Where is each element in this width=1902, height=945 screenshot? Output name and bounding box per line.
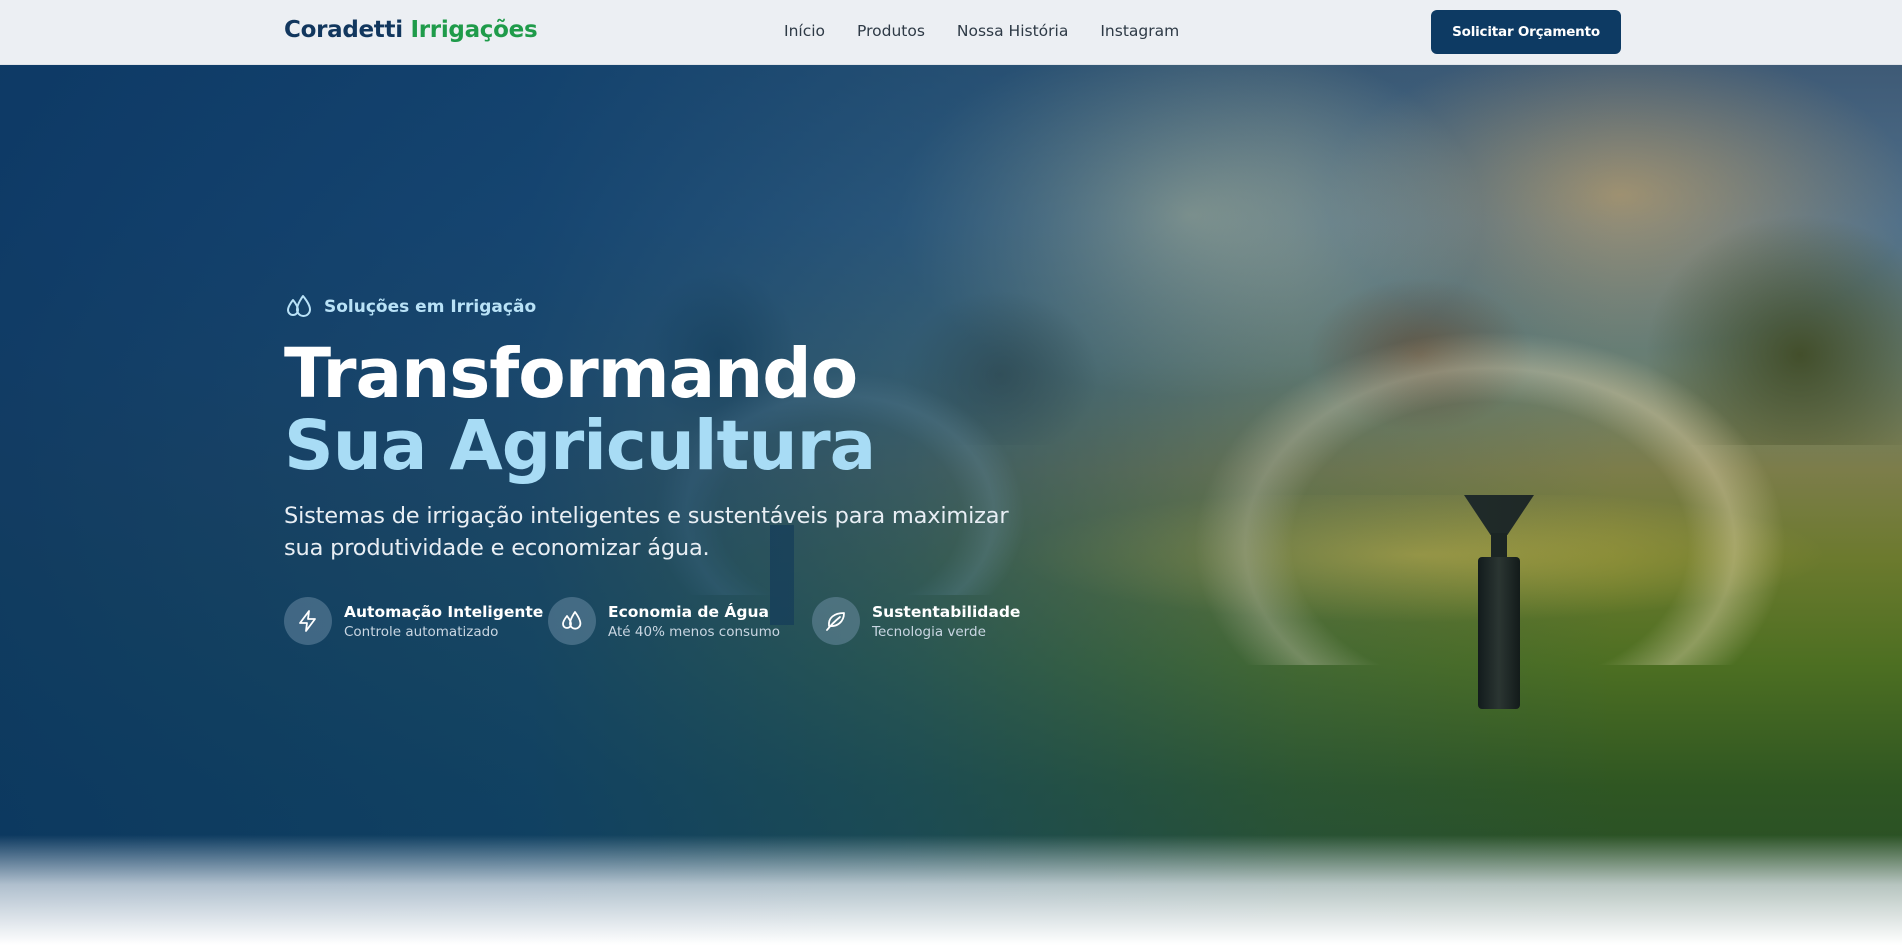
feature-title: Economia de Água bbox=[608, 602, 770, 621]
main-nav: Início Produtos Nossa História Instagram bbox=[784, 22, 1179, 40]
droplets-icon bbox=[548, 597, 596, 645]
nav-link-inicio[interactable]: Início bbox=[784, 22, 825, 40]
hero-kicker: Soluções em Irrigação bbox=[284, 292, 1076, 322]
logo[interactable]: Coradetti Irrigações bbox=[284, 17, 538, 43]
feature-description: Tecnologia verde bbox=[872, 623, 986, 640]
hero-content: Soluções em Irrigação Transformando Sua … bbox=[284, 292, 1076, 645]
logo-tagline: Irrigações bbox=[410, 17, 538, 43]
feature-title: Automação Inteligente bbox=[344, 602, 544, 621]
logo-name: Coradetti bbox=[284, 17, 403, 43]
nav-link-instagram[interactable]: Instagram bbox=[1100, 22, 1179, 40]
feature-item-sustentabilidade: Sustentabilidade Tecnologia verde bbox=[812, 597, 1076, 645]
hero-section: Soluções em Irrigação Transformando Sua … bbox=[0, 65, 1902, 945]
lightning-icon bbox=[284, 597, 332, 645]
nav-link-produtos[interactable]: Produtos bbox=[857, 22, 925, 40]
hero-kicker-text: Soluções em Irrigação bbox=[324, 297, 537, 317]
feature-list: Automação Inteligente Controle automatiz… bbox=[284, 597, 1076, 645]
feature-description: Até 40% menos consumo bbox=[608, 623, 781, 640]
hero-title-line2: Sua Agricultura bbox=[284, 406, 876, 486]
request-quote-button[interactable]: Solicitar Orçamento bbox=[1431, 10, 1621, 54]
hero-subtitle: Sistemas de irrigação inteligentes e sus… bbox=[284, 503, 1009, 561]
leaf-icon bbox=[812, 597, 860, 645]
feature-description: Controle automatizado bbox=[344, 623, 499, 640]
hero-title-line1: Transformando bbox=[284, 334, 858, 414]
droplets-icon bbox=[284, 292, 314, 322]
hero-title: Transformando Sua Agricultura bbox=[284, 338, 1076, 482]
feature-title: Sustentabilidade bbox=[872, 602, 1021, 621]
feature-item-automacao: Automação Inteligente Controle automatiz… bbox=[284, 597, 548, 645]
feature-item-economia: Economia de Água Até 40% menos consumo bbox=[548, 597, 812, 645]
hero-bottom-fade bbox=[0, 835, 1902, 945]
site-header: Coradetti Irrigações Início Produtos Nos… bbox=[0, 0, 1902, 65]
nav-link-nossa-historia[interactable]: Nossa História bbox=[957, 22, 1068, 40]
